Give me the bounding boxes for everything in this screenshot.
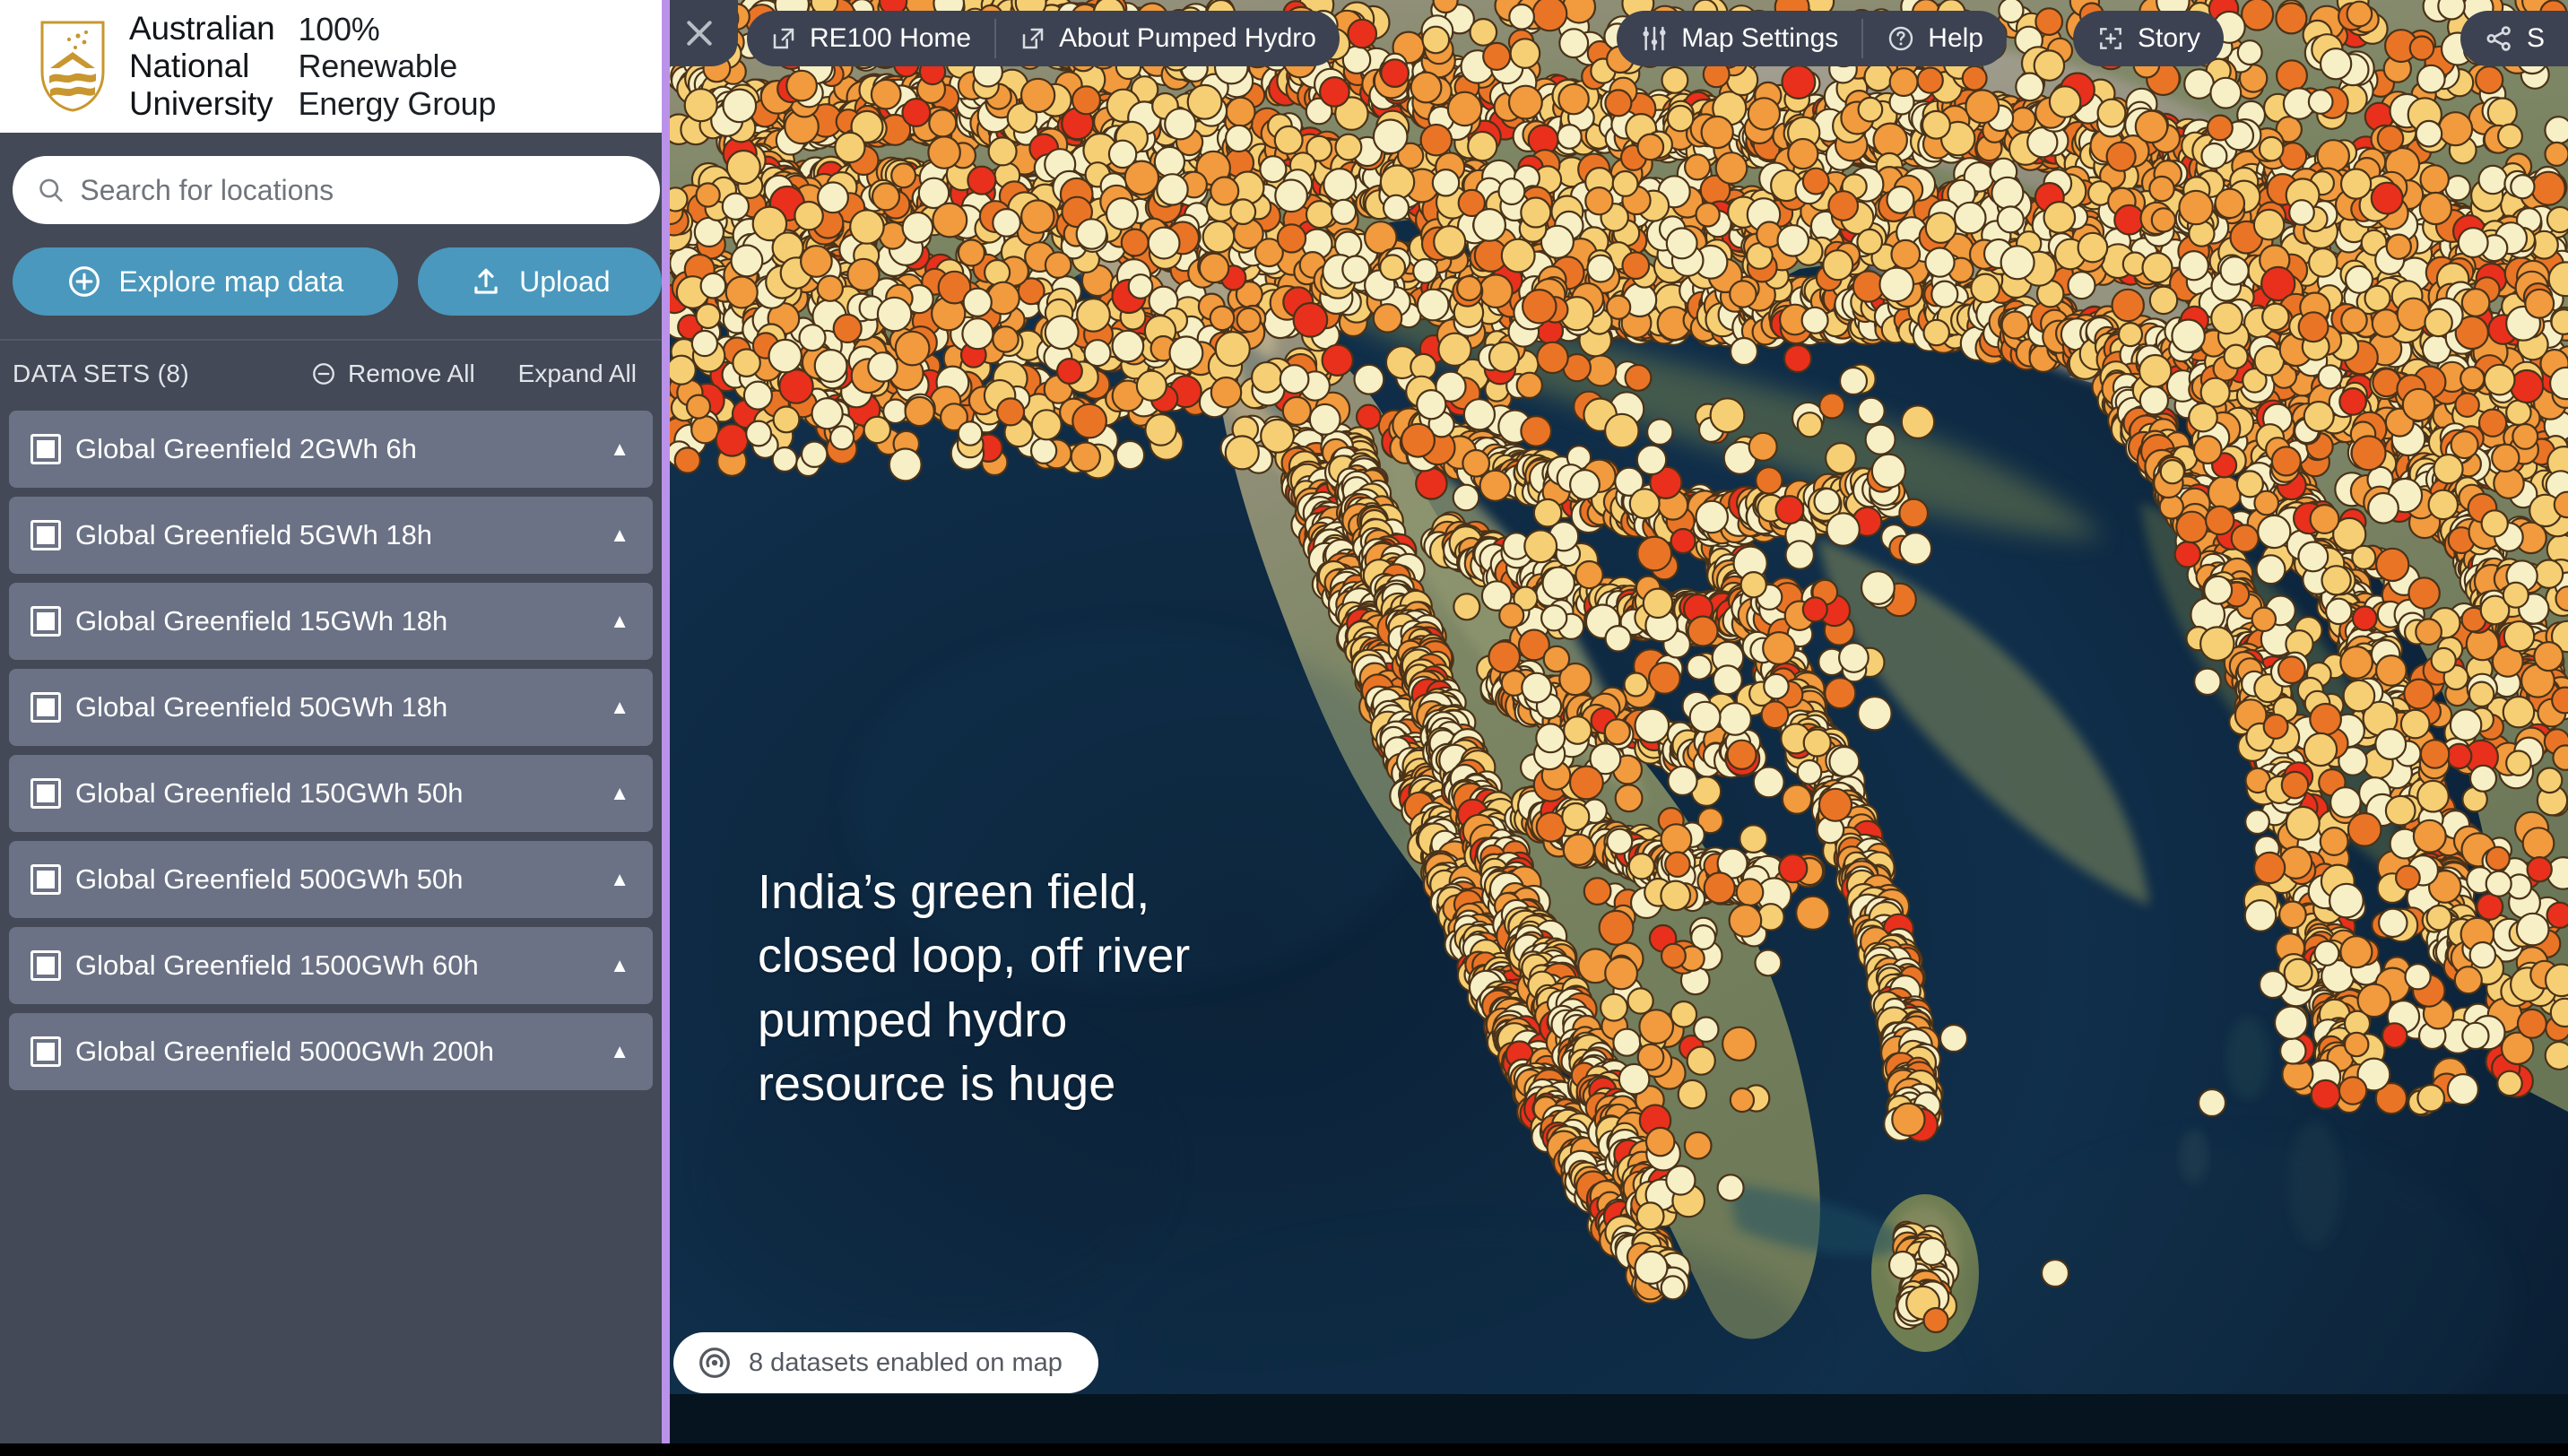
map-canvas[interactable]: RE100 Home About Pumped Hydro Map Settin… [670, 0, 2568, 1443]
pumped-hydro-site-dots[interactable] [670, 0, 2568, 1443]
app-root: RE100 Home About Pumped Hydro Map Settin… [0, 0, 2568, 1456]
